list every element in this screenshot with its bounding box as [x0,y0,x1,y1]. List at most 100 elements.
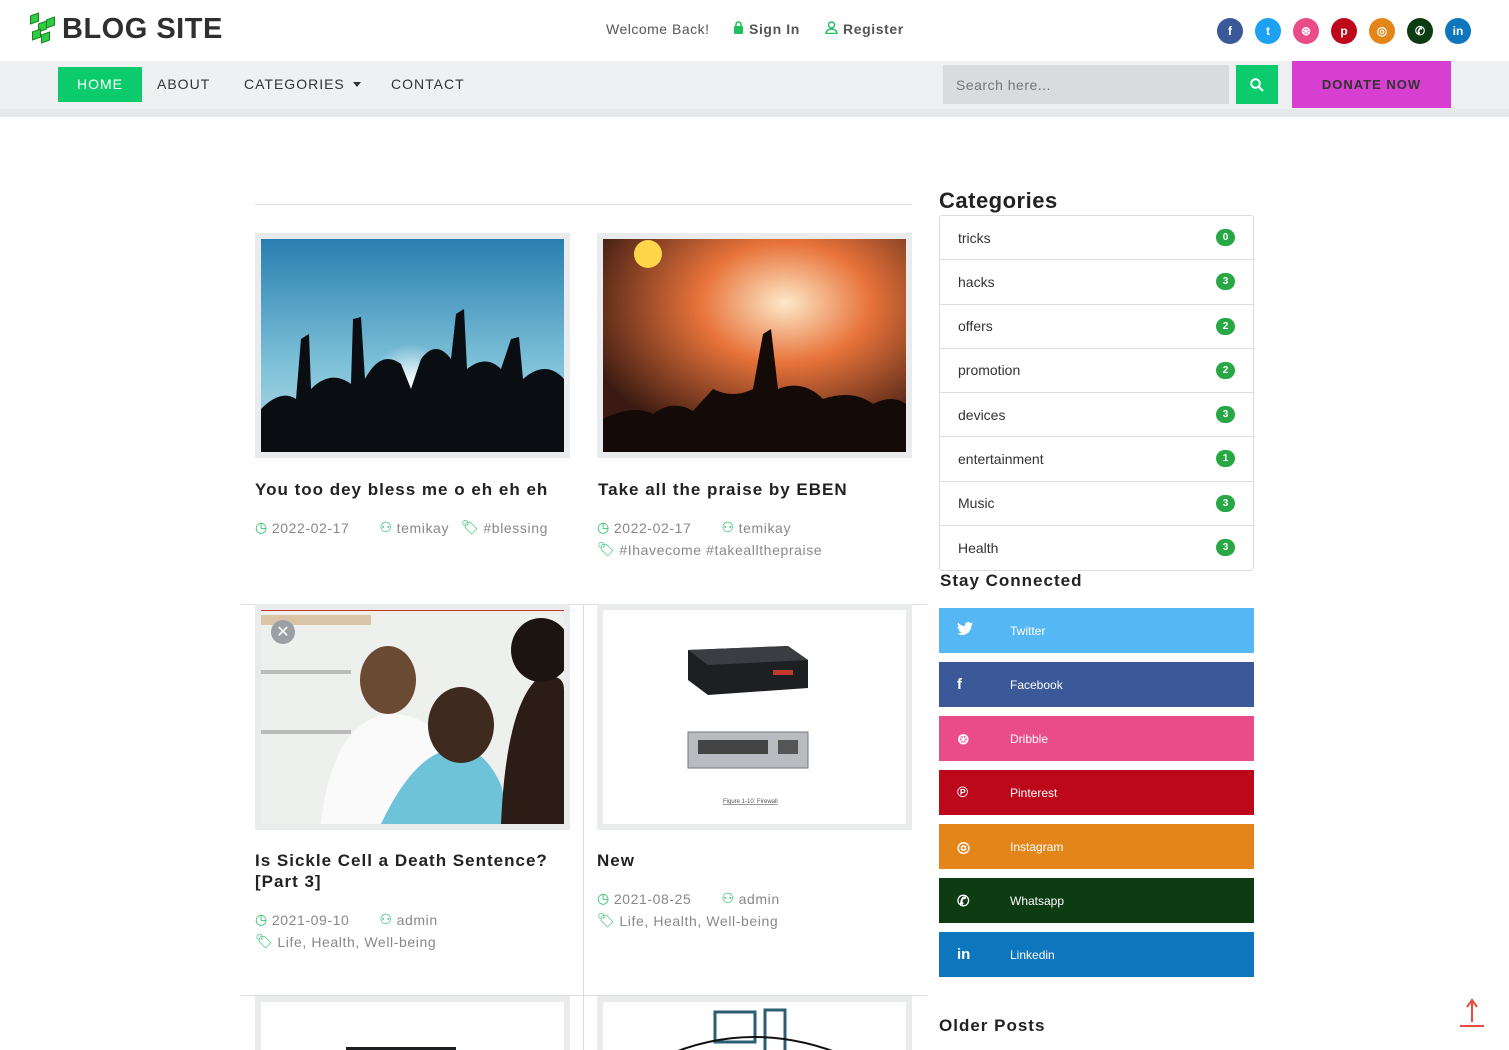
search-input[interactable] [943,65,1229,104]
nav-categories[interactable]: CATEGORIES [225,67,380,102]
main-nav: HOME ABOUT CATEGORIES CONTACT DONATE NOW [0,61,1509,117]
tag-icon: 🏷 [461,519,480,535]
post-tags[interactable]: Life, Health, Well-being [619,913,778,929]
donate-button[interactable]: DONATE NOW [1292,61,1451,108]
category-name: offers [958,318,993,335]
post-title-line: [Part 3] [255,872,322,891]
category-item[interactable]: promotion 2 [940,349,1253,393]
linkedin-icon: in [957,946,971,963]
facebook-connect-label: Facebook [1010,677,1063,692]
twitter-connect-button[interactable]: Twitter [939,608,1254,653]
post-tags[interactable]: Life, Health, Well-being [277,934,436,950]
nav-contact[interactable]: CONTACT [372,67,484,102]
site-logo[interactable]: BLOG SITE [28,12,223,46]
category-item[interactable]: hacks 3 [940,260,1253,305]
post-tags-row: 🏷 #Ihavecome #takeallthepraise [597,541,822,558]
network-diagram-image [603,1002,906,1050]
tag-icon: 🏷 [597,912,616,928]
close-icon[interactable]: ✕ [271,620,295,644]
post-title[interactable]: Is Sickle Cell a Death Sentence? [Part 3… [255,850,548,892]
instagram-icon: ◎ [957,838,971,856]
doctor-patient-image: ✕ [261,610,564,824]
scroll-to-top-button[interactable] [1458,998,1486,1028]
concert-image [603,239,906,452]
sign-in-link[interactable]: Sign In [733,21,800,37]
logo-text: BLOG SITE [62,12,223,45]
user-icon: ⚇ [721,519,735,535]
worship-crowd-image [261,239,564,452]
category-item[interactable]: entertainment 1 [940,437,1253,482]
post-title[interactable]: You too dey bless me o eh eh eh [255,479,548,500]
dribbble-connect-label: Dribble [1010,731,1049,746]
category-count-badge: 3 [1216,406,1235,424]
facebook-connect-button[interactable]: f Facebook [939,662,1254,707]
post-author[interactable]: admin [397,912,438,928]
twitter-icon[interactable]: t [1255,18,1281,44]
category-name: entertainment [958,450,1044,467]
nav-about[interactable]: ABOUT [138,67,229,102]
post-image[interactable]: Figure 1-10: Firewall [597,604,912,830]
facebook-icon[interactable]: f [1217,18,1243,44]
column-divider [583,604,584,996]
dribbble-icon[interactable]: ⊛ [1293,18,1319,44]
category-count-badge: 0 [1216,229,1235,247]
category-item[interactable]: tricks 0 [940,216,1253,261]
category-name: Health [958,539,999,556]
older-posts-heading: Older Posts [939,1016,1046,1035]
nav-categories-label: CATEGORIES [244,76,345,92]
dribbble-connect-button[interactable]: ⊛ Dribble [939,716,1254,761]
tag-icon: 🏷 [597,541,616,557]
welcome-text: Welcome Back! [606,21,710,37]
linkedin-icon[interactable]: in [1445,18,1471,44]
post-image[interactable]: ✕ [255,604,570,830]
post-tags[interactable]: #blessing [483,520,548,536]
linkedin-connect-button[interactable]: in Linkedin [939,932,1254,977]
post-author[interactable]: temikay [739,520,791,536]
categories-heading: Categories [939,188,1058,213]
content-divider [255,204,912,205]
firewall-device-image: Figure 1-10: Firewall [603,610,906,824]
post-author[interactable]: admin [739,891,780,907]
post-image[interactable] [255,996,570,1050]
post-image[interactable] [597,996,912,1050]
figure-caption: Figure 1-10: Firewall [723,799,778,805]
post-date: 2021-09-10 [271,911,350,928]
whatsapp-icon[interactable]: ✆ [1407,18,1433,44]
tag-icon: 🏷 [255,933,274,949]
column-divider [583,995,584,1050]
search-button[interactable] [1236,65,1278,104]
pinterest-connect-label: Pinterest [1010,785,1058,800]
post-title[interactable]: New [597,850,635,871]
category-count-badge: 3 [1216,494,1235,512]
whatsapp-connect-button[interactable]: ✆ Whatsapp [939,878,1254,923]
device-image [261,1002,564,1050]
user-icon [825,21,838,37]
pinterest-icon[interactable]: p [1331,18,1357,44]
instagram-connect-button[interactable]: ◎ Instagram [939,824,1254,869]
post-tags-row: 🏷 Life, Health, Well-being [597,912,778,929]
category-count-badge: 2 [1216,317,1235,335]
post-meta: ◷ 2022-02-17 ⚇ temikay [597,519,791,536]
instagram-icon[interactable]: ◎ [1369,18,1395,44]
arrow-up-icon [1460,998,1484,1027]
category-item[interactable]: Health 3 [940,526,1253,570]
nav-home[interactable]: HOME [58,67,142,102]
post-image[interactable] [255,233,570,458]
register-link[interactable]: Register [825,21,904,37]
twitter-connect-label: Twitter [1010,623,1046,638]
category-name: tricks [958,229,991,246]
post-tags[interactable]: #Ihavecome #takeallthepraise [619,542,822,558]
clock-icon: ◷ [597,890,610,906]
top-header: BLOG SITE Welcome Back! Sign In Register… [0,0,1509,61]
post-tags-row: 🏷 Life, Health, Well-being [255,933,436,950]
category-item[interactable]: Music 3 [940,482,1253,526]
category-item[interactable]: offers 2 [940,305,1253,349]
post-author[interactable]: temikay [397,520,449,536]
category-item[interactable]: devices 3 [940,393,1253,438]
post-title[interactable]: Take all the praise by EBEN [598,479,848,500]
clock-icon: ◷ [255,519,268,535]
facebook-icon: f [957,676,962,693]
sign-in-label: Sign In [749,21,800,37]
post-image[interactable] [597,233,912,458]
pinterest-connect-button[interactable]: ℗ Pinterest [939,770,1254,815]
